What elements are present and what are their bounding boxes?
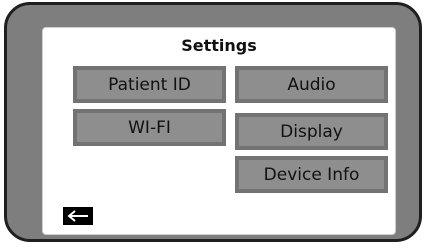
display-button[interactable]: Display	[235, 113, 388, 150]
audio-button[interactable]: Audio	[235, 66, 388, 103]
back-button[interactable]	[63, 207, 93, 225]
patient-id-button[interactable]: Patient ID	[73, 66, 226, 103]
device-bezel: Settings Patient ID Audio WI-FI Display …	[4, 2, 422, 242]
settings-screen: Settings Patient ID Audio WI-FI Display …	[42, 27, 396, 235]
device-info-button[interactable]: Device Info	[235, 156, 388, 193]
page-title: Settings	[181, 36, 257, 55]
wifi-button[interactable]: WI-FI	[73, 109, 226, 146]
back-arrow-icon	[67, 210, 88, 222]
